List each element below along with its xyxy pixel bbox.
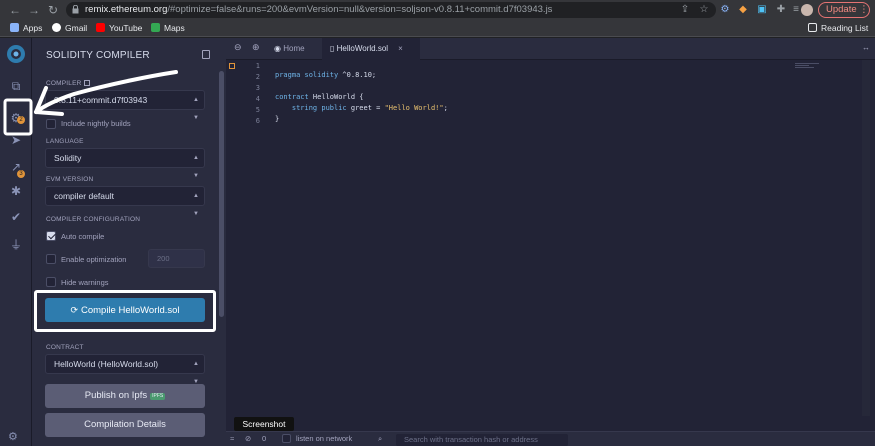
info-icon [83, 80, 90, 86]
runs-input[interactable]: 200 [148, 249, 205, 268]
extension-icon[interactable]: ⚙ [718, 3, 732, 17]
contract-select[interactable]: HelloWorld (HelloWorld.sol) ▲ ▼ [45, 354, 205, 385]
contract-label: CONTRACT [46, 344, 84, 351]
language-select[interactable]: Solidity ▲ ▼ [45, 148, 205, 179]
reload-icon[interactable]: ↻ [46, 3, 60, 17]
bookmark-maps[interactable]: Maps [151, 22, 185, 34]
analysis-badge: 3 [17, 170, 25, 178]
puzzle-icon[interactable]: ✚ [774, 3, 788, 17]
collapse-terminal-icon[interactable]: ≈ [230, 434, 234, 443]
bookmarks-bar: Apps Gmail YouTube Maps Reading List [0, 20, 875, 37]
compiler-badge: 2 [17, 116, 25, 124]
code-editor[interactable]: pragma solidity ^0.8.10; contract HelloW… [275, 70, 448, 125]
bookmark-youtube[interactable]: YouTube [96, 22, 142, 34]
bookmark-apps[interactable]: Apps [10, 22, 42, 34]
evm-version-select[interactable]: compiler default ▲ ▼ [45, 186, 205, 217]
panel-scrollbar[interactable] [219, 71, 224, 317]
zoom-out-icon[interactable]: ⊖ [234, 42, 242, 53]
star-icon[interactable]: ☆ [697, 3, 711, 17]
bookmark-gmail[interactable]: Gmail [52, 22, 87, 34]
update-button[interactable]: Update ⋮ [818, 2, 870, 18]
reading-list-icon [808, 23, 817, 32]
code-line: pragma solidity ^0.8.10; [275, 71, 377, 79]
icon-panel: ⧉ ⚙ 2 ➤ ↗ 3 ✱ ✔ ⏚ ⚙ [0, 38, 32, 446]
line-number: 1 [255, 62, 260, 70]
editor-scrollbar[interactable] [862, 60, 870, 416]
testing-icon[interactable]: ✔ [7, 208, 25, 226]
line-number: 4 [255, 95, 260, 103]
compiler-version-select[interactable]: 0.8.11+commit.d7f03943 ▲ ▼ [45, 90, 205, 121]
terminal-bar: ≈ ⊘ 0 listen on network ⌕ Search with tr… [226, 431, 875, 446]
auto-compile-label: Auto compile [61, 232, 105, 241]
expand-icon[interactable]: ↔ [862, 43, 870, 52]
youtube-icon [96, 23, 105, 32]
config-label: COMPILER CONFIGURATION [46, 216, 141, 223]
line-number: 3 [255, 84, 260, 92]
auto-compile-checkbox[interactable] [46, 231, 56, 241]
screenshot-tooltip: Screenshot [234, 417, 294, 431]
language-label: LANGUAGE [46, 138, 84, 145]
apps-grid-icon [10, 23, 19, 32]
google-icon [52, 23, 61, 32]
avatar[interactable] [801, 4, 813, 16]
select-arrows-icon: ▲ ▼ [193, 193, 199, 217]
file-icon: ▯ [330, 44, 335, 53]
select-arrows-icon: ▲ ▼ [193, 155, 199, 179]
pending-tx-count: 0 [262, 434, 267, 443]
address-bar[interactable]: remix.ethereum.org/#optimize=false&runs=… [66, 2, 716, 18]
select-arrows-icon: ▲ ▼ [193, 97, 199, 121]
remix-logo-icon[interactable] [4, 42, 28, 66]
terminal-search-input[interactable]: Search with transaction hash or address [396, 434, 568, 446]
panel-title: SOLIDITY COMPILER [46, 50, 150, 61]
browser-toolbar: ← → ↻ remix.ethereum.org/#optimize=false… [0, 0, 875, 20]
search-icon: ⌕ [378, 434, 383, 443]
debugger-icon[interactable]: ✱ [7, 182, 25, 200]
lock-icon [72, 5, 79, 14]
compiler-label: COMPILER [46, 80, 90, 87]
maps-icon [151, 23, 160, 32]
minimap[interactable] [795, 63, 819, 71]
extension-icon[interactable]: ▣ [755, 3, 769, 17]
editor-tabs: ⊖ ⊕ ◉ Home ▯ HelloWorld.sol × ↔ [226, 38, 875, 60]
code-line: } [275, 115, 280, 123]
breakpoint-marker [229, 63, 235, 69]
code-line: string public greet = "Hello World!"; [275, 104, 448, 112]
nightly-label: Include nightly builds [61, 119, 131, 128]
file-explorer-icon[interactable]: ⧉ [7, 77, 25, 95]
back-arrow-icon[interactable]: ← [8, 3, 22, 17]
share-icon[interactable]: ⇪ [678, 3, 692, 17]
compilation-details-button[interactable]: Compilation Details [45, 413, 205, 437]
documentation-icon[interactable] [202, 50, 210, 59]
clear-terminal-icon[interactable]: ⊘ [245, 434, 251, 443]
url-text: remix.ethereum.org/#optimize=false&runs=… [85, 4, 553, 15]
deploy-run-icon[interactable]: ➤ [7, 131, 25, 149]
editor-gutter: 1 2 3 4 5 6 [226, 60, 274, 416]
line-number: 5 [255, 106, 260, 114]
tab-helloworld[interactable]: ▯ HelloWorld.sol × [322, 38, 420, 60]
optimization-checkbox[interactable] [46, 254, 56, 264]
tab-home[interactable]: ◉ Home [266, 38, 322, 60]
nightly-checkbox[interactable] [46, 119, 56, 129]
plugin-manager-icon[interactable]: ⏚ [7, 236, 25, 254]
publish-ipfs-button[interactable]: Publish on Ipfs IPFS [45, 384, 205, 408]
line-number: 2 [255, 73, 260, 81]
listen-label: listen on network [296, 434, 353, 443]
listen-checkbox[interactable] [282, 434, 291, 443]
optimization-label: Enable optimization [61, 255, 127, 264]
hide-warnings-checkbox[interactable] [46, 277, 56, 287]
forward-arrow-icon[interactable]: → [27, 3, 41, 17]
annotation-box [34, 290, 216, 332]
zoom-in-icon[interactable]: ⊕ [252, 42, 260, 53]
close-icon[interactable]: × [398, 44, 403, 53]
ipfs-tag: IPFS [150, 393, 166, 400]
reading-list[interactable]: Reading List [808, 22, 868, 34]
remix-home-icon: ◉ [274, 44, 281, 53]
evm-label: EVM VERSION [46, 176, 94, 183]
metamask-icon[interactable]: ◆ [736, 3, 750, 17]
line-number: 6 [255, 117, 260, 125]
settings-gear-icon[interactable]: ⚙ [8, 430, 22, 444]
hide-warnings-label: Hide warnings [61, 278, 109, 287]
code-line: contract HelloWorld { [275, 93, 364, 101]
